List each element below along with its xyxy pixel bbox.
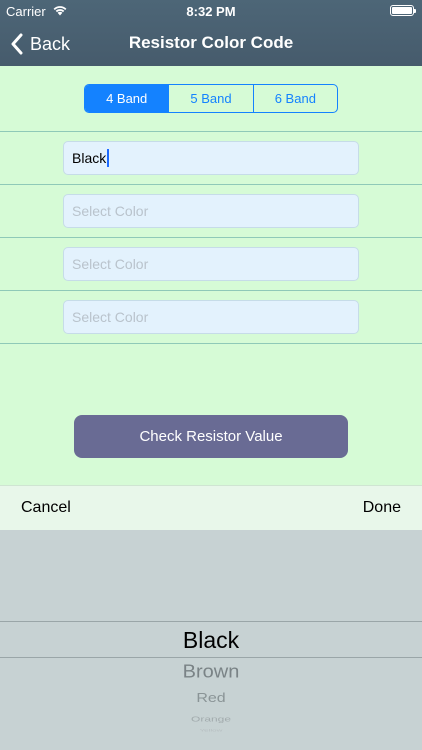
band-2-placeholder: Select Color — [72, 203, 149, 219]
cancel-button[interactable]: Cancel — [21, 499, 71, 517]
band-4-placeholder: Select Color — [72, 309, 149, 325]
band-3-placeholder: Select Color — [72, 256, 149, 272]
text-cursor — [107, 149, 110, 167]
band-3-color-field[interactable]: Select Color — [63, 247, 359, 281]
color-picker-wheel[interactable]: Black Brown Red Orange Yellow — [0, 530, 422, 750]
band-2-color-field[interactable]: Select Color — [63, 194, 359, 228]
check-resistor-value-button[interactable]: Check Resistor Value — [74, 415, 348, 458]
picker-option[interactable]: Yellow — [0, 729, 422, 733]
divider — [0, 131, 422, 132]
picker-option-selected[interactable]: Black — [0, 627, 422, 654]
divider — [0, 184, 422, 185]
band-selector: 4 Band 5 Band 6 Band — [84, 84, 338, 113]
band-4-color-field[interactable]: Select Color — [63, 300, 359, 334]
segment-6-band[interactable]: 6 Band — [254, 85, 337, 112]
segment-5-band[interactable]: 5 Band — [169, 85, 254, 112]
divider — [0, 343, 422, 344]
navigation-bar: Carrier 8:32 PM Back Resistor Color Code — [0, 0, 422, 66]
picker-option[interactable]: Orange — [0, 715, 422, 723]
picker-selection-bottom-line — [0, 657, 422, 658]
picker-selection-top-line — [0, 621, 422, 622]
clock: 8:32 PM — [186, 4, 236, 19]
battery-icon — [390, 5, 416, 16]
done-button[interactable]: Done — [363, 499, 401, 517]
divider — [0, 290, 422, 291]
band-1-color-field[interactable]: Black — [63, 141, 359, 175]
band-1-value: Black — [72, 150, 107, 166]
segment-4-band[interactable]: 4 Band — [85, 85, 170, 112]
picker-toolbar: Cancel Done — [0, 485, 422, 530]
divider — [0, 237, 422, 238]
status-bar: Carrier 8:32 PM — [0, 0, 422, 22]
picker-option[interactable]: Brown — [0, 662, 422, 683]
page-title: Resistor Color Code — [128, 33, 294, 52]
picker-option[interactable]: Red — [0, 692, 422, 706]
